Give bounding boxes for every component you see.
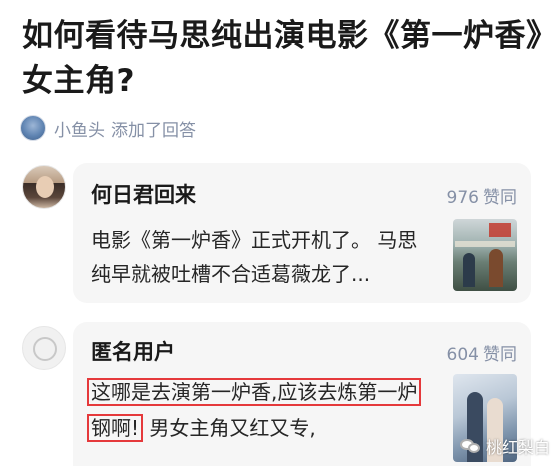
vote-count: 604 赞同 — [447, 340, 517, 365]
activity-line: 小鱼头 添加了回答 — [20, 114, 196, 142]
vote-number: 604 — [446, 345, 479, 365]
vote-count: 976 赞同 — [447, 183, 517, 208]
comment-avatar[interactable] — [22, 326, 66, 370]
comment-text: 电影《第一炉香》正式开机了。 马思纯早就被吐槽不合适葛薇龙了... — [91, 228, 418, 286]
comment-author[interactable]: 何日君回来 — [91, 179, 196, 209]
vote-number: 976 — [446, 188, 479, 208]
watermark: 桃红梨白 — [459, 434, 550, 458]
activity-user[interactable]: 小鱼头 — [54, 116, 105, 141]
wechat-icon — [459, 437, 482, 455]
avatar[interactable] — [20, 115, 46, 141]
comment-text: 这哪是去演第一炉香,应该去炼第一炉钢啊! 男女主角又红又专, — [87, 374, 431, 446]
comment-text-rest: 男女主角又红又专, — [149, 416, 316, 440]
vote-label: 赞同 — [483, 188, 517, 208]
comment-author[interactable]: 匿名用户 — [91, 336, 175, 366]
question-title[interactable]: 如何看待马思纯出演电影《第一炉香》女主角? — [22, 14, 542, 104]
comment-card[interactable]: 何日君回来 976 赞同 电影《第一炉香》正式开机了。 马思纯早就被吐槽不合适葛薇… — [73, 163, 531, 303]
comment-thumbnail[interactable] — [453, 219, 517, 291]
watermark-text: 桃红梨白 — [485, 438, 550, 457]
activity-action: 添加了回答 — [111, 120, 196, 141]
comment-avatar[interactable] — [22, 165, 66, 209]
vote-label: 赞同 — [483, 345, 517, 365]
